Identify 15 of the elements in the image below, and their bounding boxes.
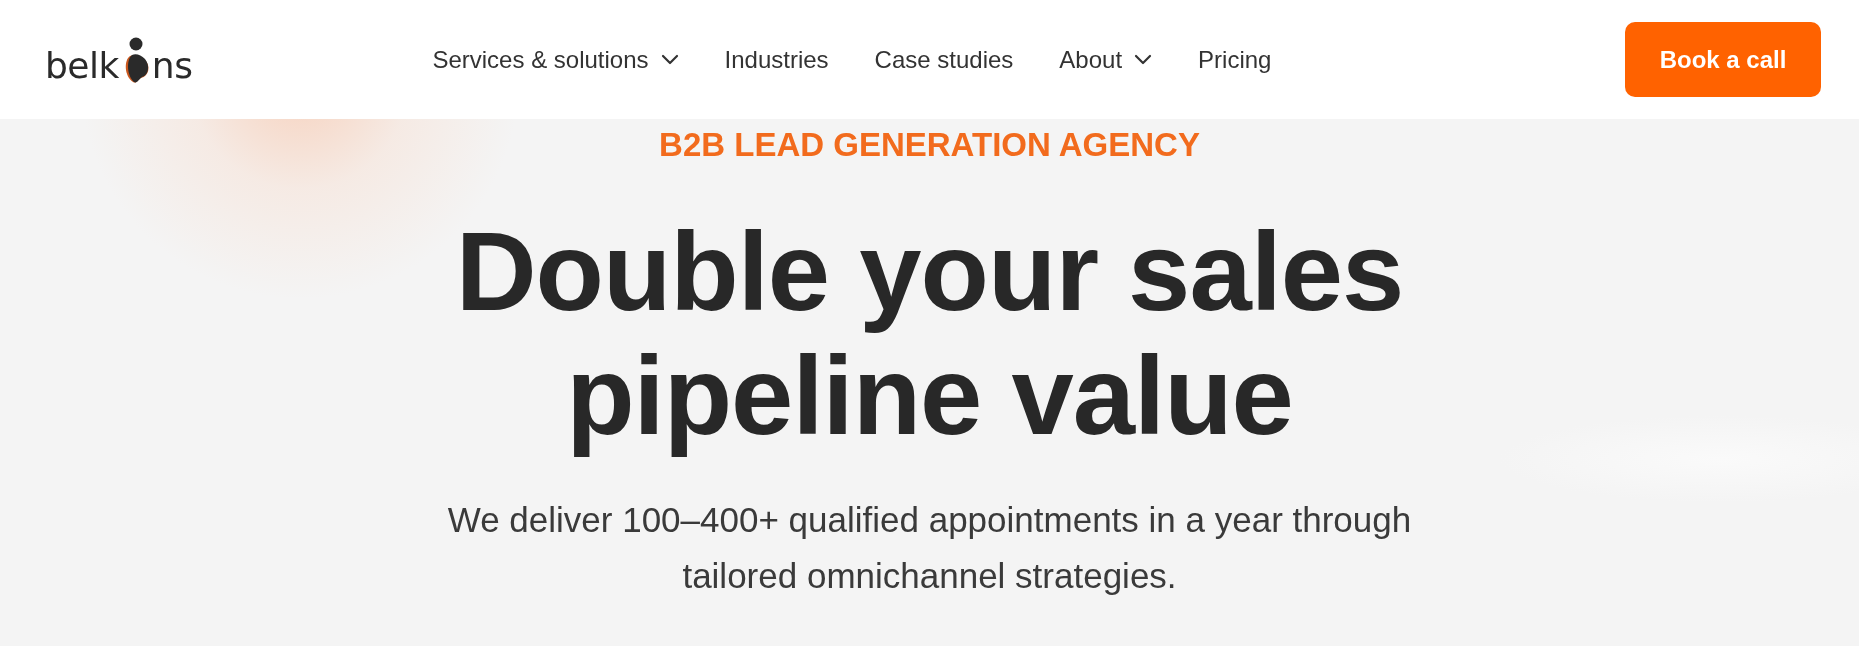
nav-link[interactable]: About [1059,45,1153,74]
nav-link[interactable]: Industries [724,45,829,74]
hero-subtitle: tailored omnichannel strategies. [681,555,1178,598]
logo-text: belk [45,47,119,84]
nav-link[interactable]: Services & solutions [432,45,679,74]
nav-link[interactable]: Pricing [1198,45,1272,74]
logo[interactable]: belk ns [45,35,193,84]
hero-heading: pipeline value [565,334,1294,459]
chevron-down-icon [1134,53,1153,66]
nav-link[interactable]: Case studies [874,45,1014,74]
logo-text: ns [151,47,193,84]
eyebrow-label: B2B LEAD GENERATION AGENCY [659,127,1200,164]
chevron-down-icon [660,53,679,66]
hero-heading: Double your sales [455,210,1404,335]
hero-subtitle: We deliver 100–400+ qualified appointments in a year through [447,499,1412,542]
